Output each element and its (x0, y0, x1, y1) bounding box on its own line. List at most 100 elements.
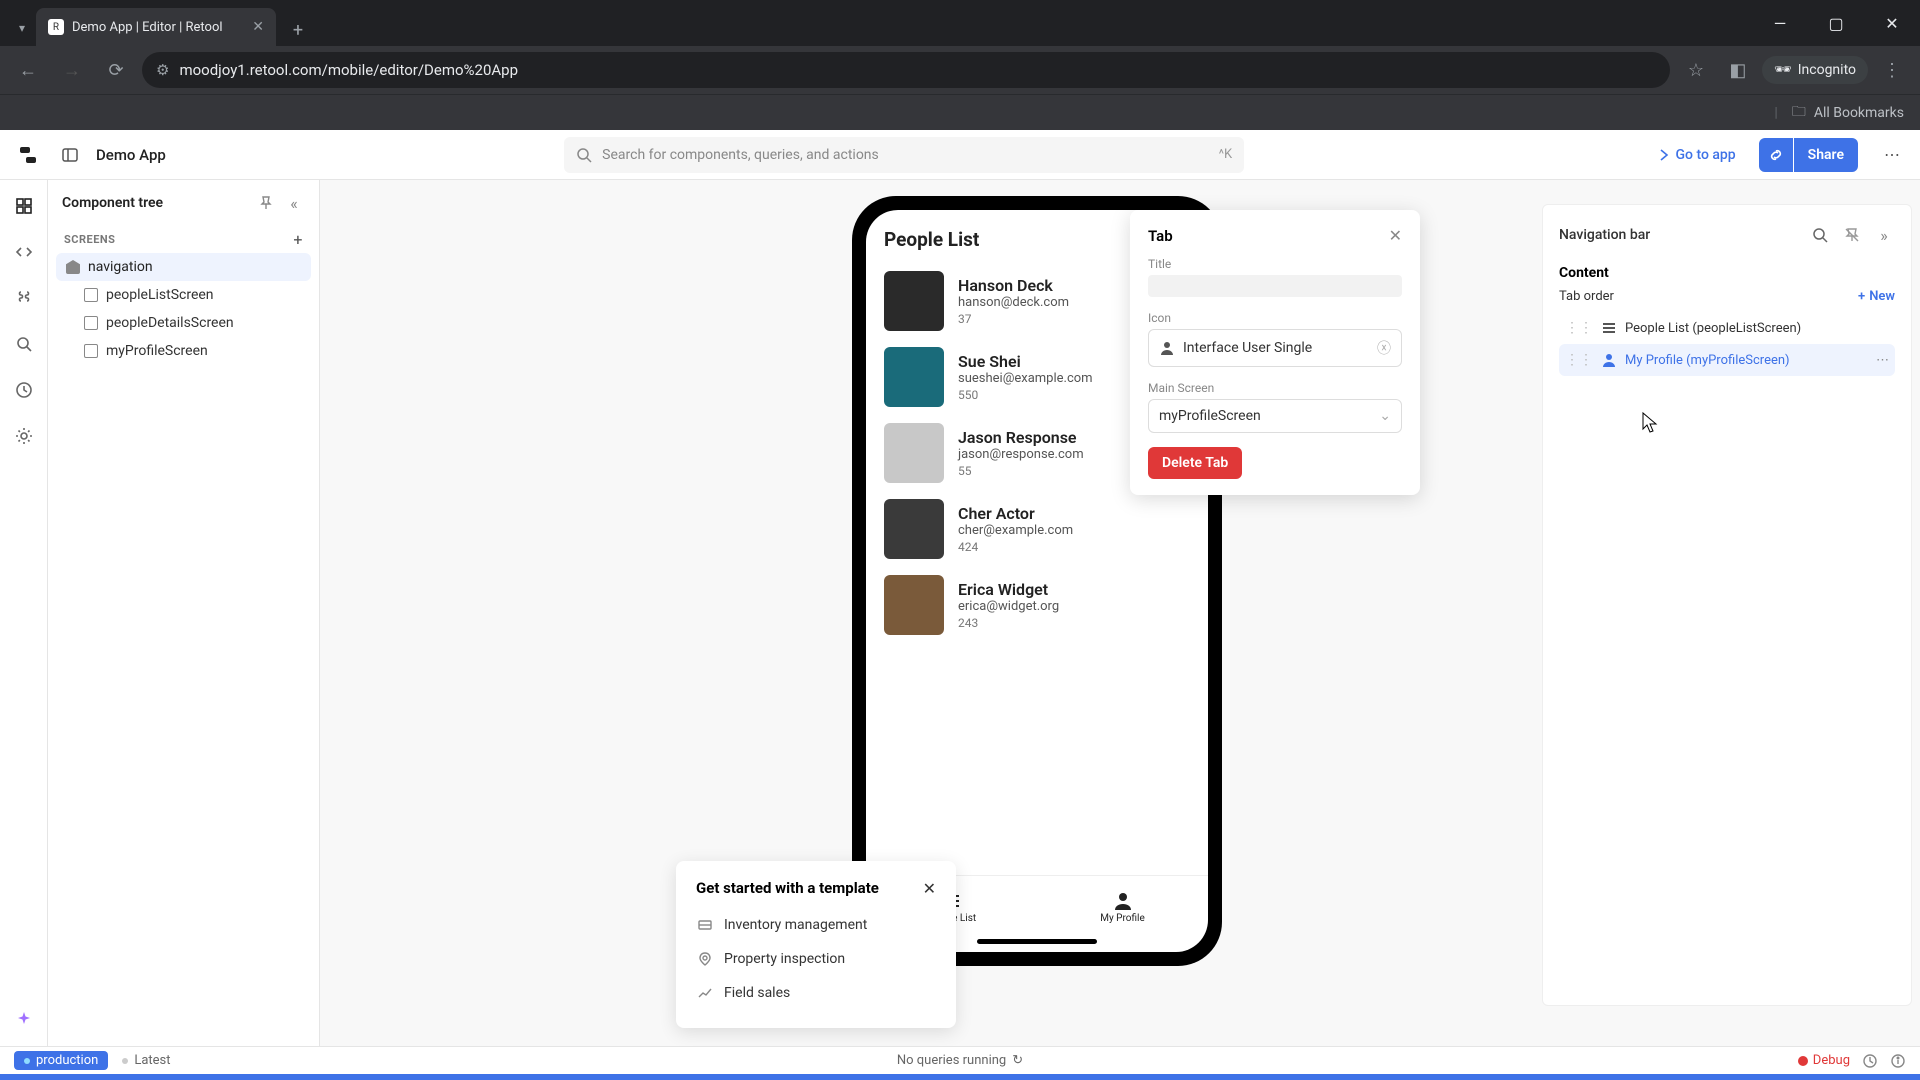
address-bar[interactable]: ⚙ moodjoy1.retool.com/mobile/editor/Demo… (142, 52, 1670, 88)
side-panel-icon[interactable]: ◧ (1720, 52, 1756, 88)
env-chip[interactable]: production (14, 1051, 108, 1070)
history-rail-icon[interactable] (10, 376, 38, 404)
release-latest[interactable]: Latest (122, 1053, 170, 1068)
delete-tab-button[interactable]: Delete Tab (1148, 447, 1242, 479)
app-more-menu-icon[interactable]: ⋯ (1876, 139, 1908, 171)
tab-dropdown[interactable]: ▾ (8, 10, 36, 46)
url-text: moodjoy1.retool.com/mobile/editor/Demo%2… (179, 61, 518, 79)
main-screen-label: Main Screen (1148, 381, 1402, 395)
phone-tab-my-profile[interactable]: My Profile (1037, 876, 1208, 939)
settings-rail-icon[interactable] (10, 422, 38, 450)
info-status-icon[interactable] (1890, 1053, 1906, 1069)
template-label: Inventory management (724, 917, 867, 933)
incognito-icon: 🕶 (1774, 62, 1792, 78)
global-search[interactable]: Search for components, queries, and acti… (564, 137, 1244, 173)
person-name: Erica Widget (958, 580, 1059, 599)
screen-item-label: navigation (88, 259, 153, 275)
window-close-icon[interactable]: ✕ (1864, 4, 1920, 42)
all-bookmarks-link[interactable]: All Bookmarks (1814, 105, 1904, 121)
env-dot-icon (24, 1058, 30, 1064)
inspector-search-icon[interactable] (1809, 219, 1831, 251)
ai-rail-icon[interactable] (10, 1006, 38, 1034)
person-number: 37 (958, 312, 1069, 326)
search-placeholder: Search for components, queries, and acti… (602, 147, 879, 163)
components-rail-icon[interactable] (10, 192, 38, 220)
person-email: sueshei@example.com (958, 371, 1093, 386)
tab-item-menu-icon[interactable]: ⋯ (1876, 353, 1889, 368)
left-rail (0, 180, 48, 1046)
person-email: cher@example.com (958, 523, 1073, 538)
screen-item-navigation[interactable]: navigation (56, 253, 311, 281)
template-label: Property inspection (724, 951, 845, 967)
new-tab-link[interactable]: + New (1858, 289, 1895, 304)
new-tab-button[interactable]: + (282, 14, 314, 46)
template-item[interactable]: Property inspection (696, 942, 936, 976)
pin-icon[interactable] (255, 192, 277, 214)
phone-tab-label: My Profile (1100, 913, 1145, 924)
window-maximize-icon[interactable]: ▢ (1808, 4, 1864, 42)
screen-item-label: myProfileScreen (106, 343, 208, 359)
incognito-badge: 🕶 Incognito (1762, 56, 1868, 84)
debug-link[interactable]: Debug (1797, 1053, 1850, 1068)
state-rail-icon[interactable] (10, 284, 38, 312)
copy-link-button[interactable] (1759, 138, 1793, 172)
release-dot-icon (122, 1058, 128, 1064)
add-screen-icon[interactable]: + (293, 230, 303, 249)
screen-item-peopleListScreen[interactable]: peopleListScreen (74, 281, 311, 309)
screen-item-myProfileScreen[interactable]: myProfileScreen (74, 337, 311, 365)
tab-close-icon[interactable]: ✕ (252, 19, 264, 35)
reload-button[interactable]: ⟳ (98, 52, 134, 88)
tab-order-item[interactable]: ⋮⋮People List (peopleListScreen) (1559, 312, 1895, 344)
icon-select[interactable]: Interface User Single ⓧ (1148, 329, 1402, 367)
panel-toggle-icon[interactable] (54, 139, 86, 171)
tab-editor-popover: Tab ✕ Title Icon Interface User Single ⓧ… (1130, 210, 1420, 495)
template-item[interactable]: Inventory management (696, 908, 936, 942)
chevron-down-icon: ⌄ (1379, 408, 1391, 424)
component-tree-panel: Component tree « SCREENS + navigationpeo… (48, 180, 320, 1046)
window-minimize-icon[interactable]: — (1752, 4, 1808, 42)
title-input[interactable] (1148, 275, 1402, 297)
code-rail-icon[interactable] (10, 238, 38, 266)
drag-handle-icon[interactable]: ⋮⋮ (1565, 320, 1593, 336)
history-status-icon[interactable] (1862, 1053, 1878, 1069)
screen-item-peopleDetailsScreen[interactable]: peopleDetailsScreen (74, 309, 311, 337)
screens-section-label: SCREENS (64, 233, 115, 246)
back-button[interactable]: ← (10, 52, 46, 88)
screen-item-label: peopleListScreen (106, 287, 214, 303)
refresh-icon[interactable]: ↻ (1012, 1053, 1023, 1068)
main-screen-select[interactable]: myProfileScreen ⌄ (1148, 399, 1402, 433)
template-item[interactable]: Field sales (696, 976, 936, 1010)
share-button[interactable]: Share (1794, 138, 1858, 172)
close-template-card-icon[interactable]: ✕ (923, 879, 936, 898)
canvas-area[interactable]: People List Hanson Deckhanson@deck.com37… (320, 180, 1920, 1046)
avatar (884, 499, 944, 559)
browser-tab[interactable]: R Demo App | Editor | Retool ✕ (36, 8, 276, 46)
tab-order-item[interactable]: ⋮⋮My Profile (myProfileScreen)⋯ (1559, 344, 1895, 376)
template-card: Get started with a template ✕ Inventory … (676, 861, 956, 1028)
content-section-label: Content (1559, 265, 1895, 281)
forward-button[interactable]: → (54, 52, 90, 88)
clear-icon[interactable]: ⓧ (1377, 338, 1391, 358)
template-icon (696, 984, 714, 1002)
retool-logo-icon[interactable] (12, 139, 44, 171)
drag-handle-icon[interactable]: ⋮⋮ (1565, 352, 1593, 368)
expand-panel-icon[interactable]: » (1873, 219, 1895, 251)
site-info-icon[interactable]: ⚙ (156, 61, 169, 79)
browser-menu-icon[interactable]: ⋮ (1874, 52, 1910, 88)
person-name: Hanson Deck (958, 276, 1069, 295)
status-bar: production Latest No queries running ↻ D… (0, 1046, 1920, 1074)
avatar (884, 575, 944, 635)
unpin-icon[interactable] (1841, 219, 1863, 251)
queries-status: No queries running (897, 1053, 1006, 1068)
person-row[interactable]: Erica Widgeterica@widget.org243 (866, 567, 1208, 643)
collapse-panel-icon[interactable]: « (283, 192, 305, 214)
popover-close-icon[interactable]: ✕ (1389, 226, 1402, 245)
folder-icon: 🗀 (1792, 101, 1806, 125)
go-to-app-button[interactable]: Go to app (1643, 140, 1749, 170)
bookmark-star-icon[interactable]: ☆ (1678, 52, 1714, 88)
person-row[interactable]: Cher Actorcher@example.com424 (866, 491, 1208, 567)
person-number: 550 (958, 388, 1093, 402)
search-rail-icon[interactable] (10, 330, 38, 358)
avatar (884, 271, 944, 331)
person-number: 424 (958, 540, 1073, 554)
